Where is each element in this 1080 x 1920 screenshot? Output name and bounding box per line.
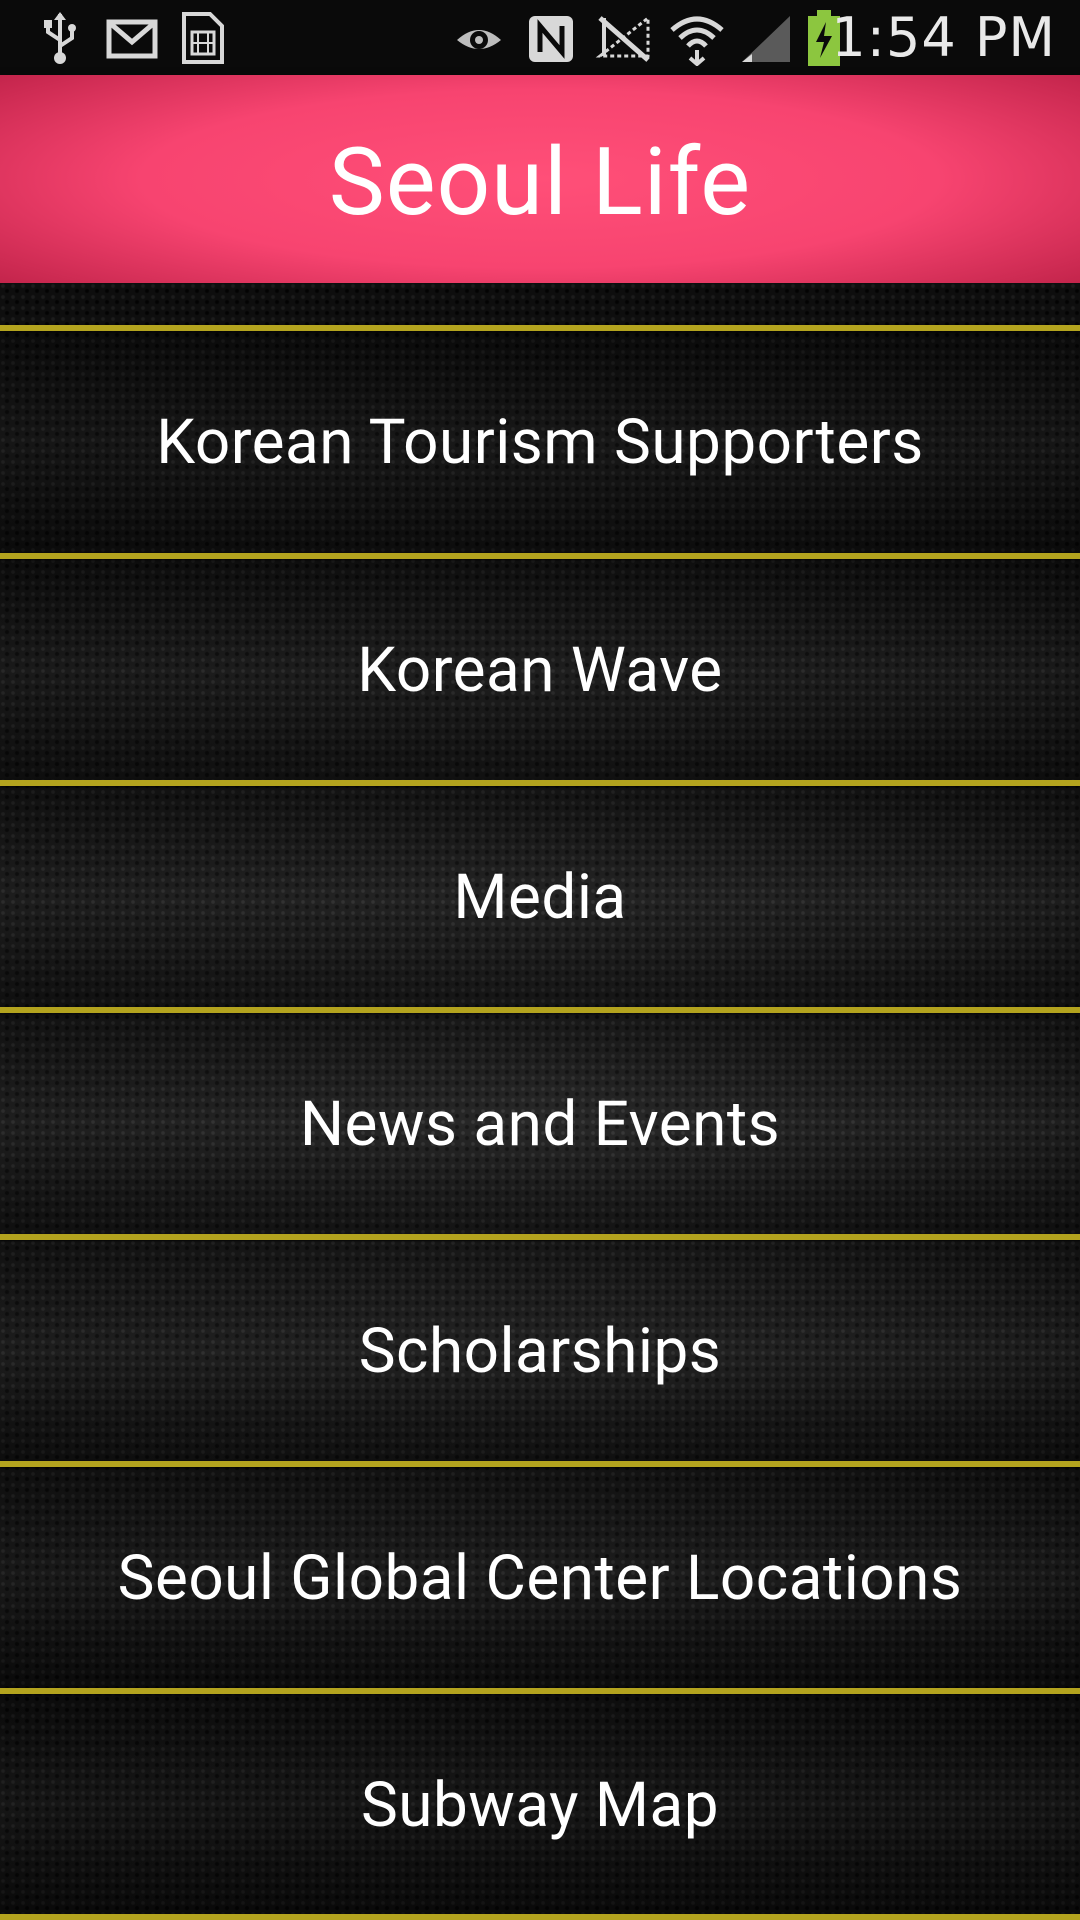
- status-bar: 1:54 PM: [0, 0, 1080, 75]
- nfc-icon: [529, 16, 573, 62]
- menu-item-label: Scholarships: [358, 1314, 722, 1388]
- cell-signal-icon: [742, 16, 790, 62]
- menu-item-scholarships[interactable]: Scholarships: [0, 1240, 1080, 1462]
- menu-item-korean-tourism-supporters[interactable]: Korean Tourism Supporters: [0, 331, 1080, 553]
- menu-item-label: Subway Map: [360, 1768, 720, 1842]
- menu-item-label: Media: [453, 860, 627, 934]
- sim-card-icon: [182, 12, 224, 64]
- page-title: Seoul Life: [328, 127, 752, 237]
- divider: [0, 1914, 1080, 1920]
- screen: 1:54 PM Seoul Life Korean Tourism Suppor…: [0, 0, 1080, 1920]
- menu-item-subway-map[interactable]: Subway Map: [0, 1694, 1080, 1916]
- status-time: 1:54 PM: [831, 6, 1056, 69]
- menu-item-label: Seoul Global Center Locations: [117, 1541, 963, 1615]
- eye-icon: [457, 30, 501, 49]
- menu-item-label: Korean Wave: [357, 633, 723, 707]
- menu-item-seoul-global-center-locations[interactable]: Seoul Global Center Locations: [0, 1467, 1080, 1689]
- usb-icon: [44, 12, 76, 64]
- app-header: Seoul Life: [0, 75, 1080, 283]
- wifi-icon: [670, 16, 724, 66]
- menu-item-label: Korean Tourism Supporters: [156, 405, 924, 479]
- menu-list: Korean Tourism Supporters Korean Wave Me…: [0, 283, 1080, 1920]
- menu-item-label: News and Events: [299, 1087, 781, 1161]
- no-signal-icon: [595, 14, 650, 62]
- gmail-icon: [106, 19, 158, 59]
- menu-item-media[interactable]: Media: [0, 786, 1080, 1008]
- menu-item-news-and-events[interactable]: News and Events: [0, 1013, 1080, 1235]
- menu-item-korean-wave[interactable]: Korean Wave: [0, 559, 1080, 781]
